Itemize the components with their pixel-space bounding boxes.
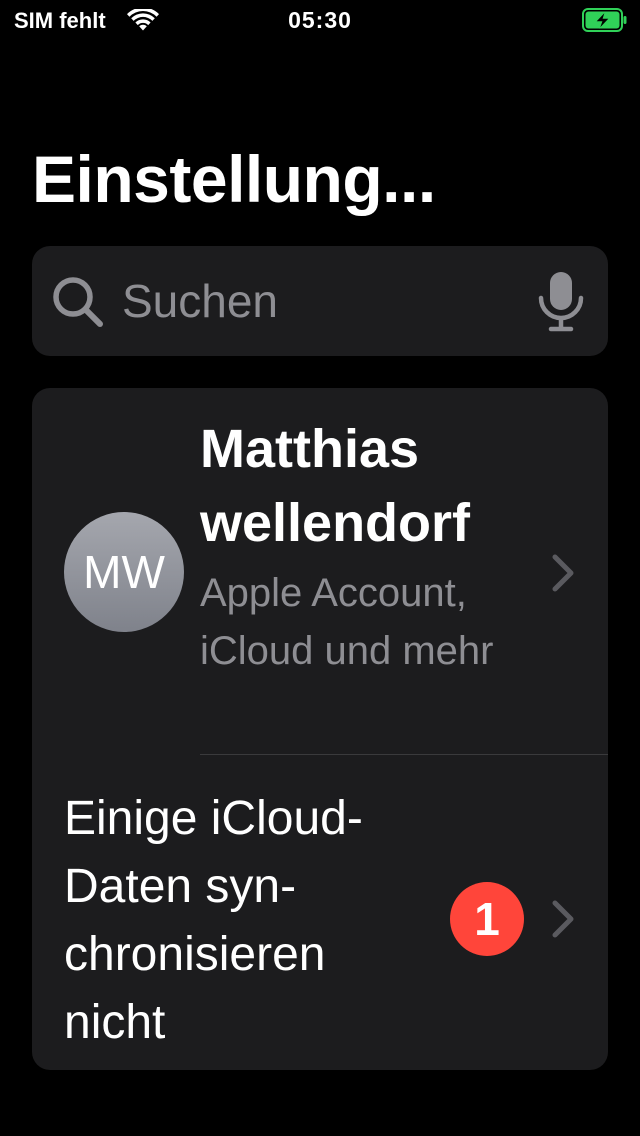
apple-account-row[interactable]: MW Matthias wellendorf Apple Account, iC… — [32, 388, 608, 754]
search-field[interactable]: Suchen — [32, 246, 608, 356]
avatar: MW — [64, 512, 184, 632]
battery-charging-icon — [582, 8, 627, 32]
chevron-right-icon — [552, 554, 574, 592]
notification-badge: 1 — [450, 882, 524, 956]
icloud-sync-warning-row[interactable]: Einige iCloud-Daten syn­chronisieren nic… — [32, 755, 608, 1070]
account-card: MW Matthias wellendorf Apple Account, iC… — [32, 388, 608, 1070]
settings-screen: SIM fehlt 05:30 Einstellung... Suchen MW… — [0, 0, 640, 1136]
microphone-icon[interactable] — [536, 270, 586, 334]
search-icon — [53, 277, 103, 327]
clock: 05:30 — [288, 7, 352, 33]
search-placeholder: Suchen — [122, 275, 279, 327]
sync-warning-label: Einige iCloud-Daten syn­chronisieren nic… — [64, 792, 363, 1049]
status-bar: SIM fehlt 05:30 — [0, 0, 640, 40]
chevron-right-icon — [552, 900, 574, 938]
profile-subtitle: Apple Account, iCloud und mehr — [200, 571, 494, 673]
page-title: Einstellung... — [32, 142, 436, 216]
profile-name: Matthias wellendorf — [200, 419, 471, 553]
